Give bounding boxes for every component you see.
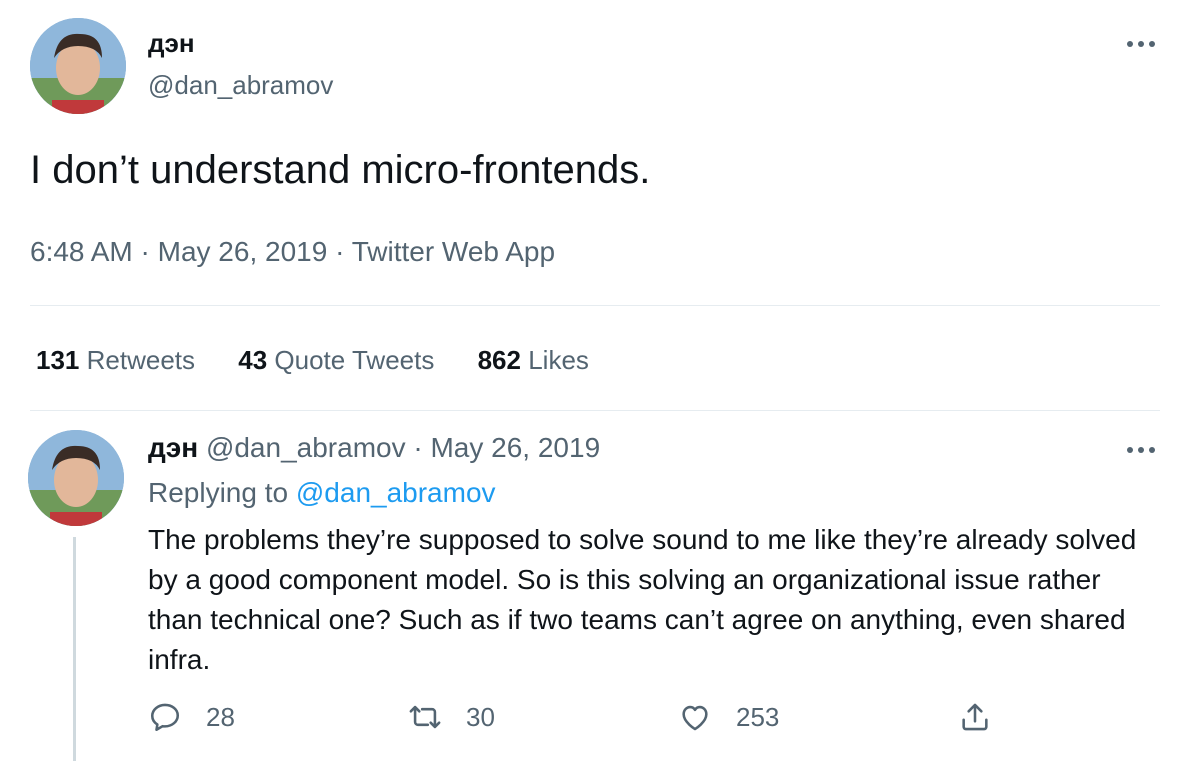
reply-icon: [150, 703, 180, 732]
quote-tweets-stat[interactable]: 43 Quote Tweets: [238, 345, 434, 376]
divider: [30, 305, 1160, 306]
heart-icon: [682, 705, 708, 731]
replying-mention[interactable]: @dan_abramov: [296, 477, 496, 508]
retweets-count: 131: [36, 345, 80, 375]
quotes-label: Quote Tweets: [274, 345, 435, 375]
like-button[interactable]: 253: [678, 700, 779, 734]
reply-date[interactable]: May 26, 2019: [430, 432, 600, 463]
author-name[interactable]: дэн: [148, 28, 195, 59]
retweets-stat[interactable]: 131 Retweets: [36, 345, 195, 376]
tweet-text: I don’t understand micro-frontends.: [30, 148, 651, 192]
retweets-label: Retweets: [86, 345, 196, 375]
author-handle[interactable]: @dan_abramov: [148, 70, 333, 101]
replying-to: Replying to @dan_abramov: [148, 477, 496, 509]
avatar-image: [28, 430, 124, 526]
likes-stat[interactable]: 862 Likes: [478, 345, 589, 376]
reply-header: дэн @dan_abramov · May 26, 2019: [148, 432, 600, 464]
tweet-source[interactable]: Twitter Web App: [352, 236, 555, 267]
tweet-meta: 6:48 AM · May 26, 2019 · Twitter Web App: [30, 236, 555, 268]
tweet-time[interactable]: 6:48 AM: [30, 236, 133, 267]
more-dots-icon[interactable]: [1122, 440, 1162, 460]
retweet-button[interactable]: 30: [408, 700, 495, 734]
meta-separator: ·: [327, 236, 352, 267]
avatar-image: [30, 18, 126, 114]
retweet-count: 30: [466, 701, 495, 732]
more-dots-icon[interactable]: [1122, 34, 1162, 54]
thread-line: [73, 537, 76, 761]
reply-author-name[interactable]: дэн: [148, 432, 198, 463]
likes-label: Likes: [528, 345, 589, 375]
author-avatar[interactable]: [30, 18, 126, 114]
divider: [30, 410, 1160, 411]
header-separator: ·: [405, 432, 431, 463]
retweet-icon: [409, 705, 441, 729]
reply-author-avatar[interactable]: [28, 430, 124, 526]
reply-text: The problems they’re supposed to solve s…: [148, 524, 1137, 675]
likes-count: 862: [477, 345, 521, 375]
reply-author-handle[interactable]: @dan_abramov: [206, 432, 406, 463]
meta-separator: ·: [132, 236, 158, 267]
quotes-count: 43: [238, 345, 268, 375]
reply-button[interactable]: 28: [148, 700, 235, 734]
replying-prefix: Replying to: [148, 477, 296, 508]
share-button[interactable]: [958, 700, 992, 734]
reply-count: 28: [206, 701, 235, 732]
tweet-date[interactable]: May 26, 2019: [158, 236, 328, 267]
share-icon: [962, 703, 988, 731]
main-tweet: дэн @dan_abramov I don’t understand micr…: [0, 0, 1180, 411]
like-count: 253: [736, 701, 780, 732]
tweet-stats: 131 Retweets 43 Quote Tweets 862 Likes: [36, 345, 625, 376]
reply-actions: 28 30 253: [148, 700, 1008, 744]
